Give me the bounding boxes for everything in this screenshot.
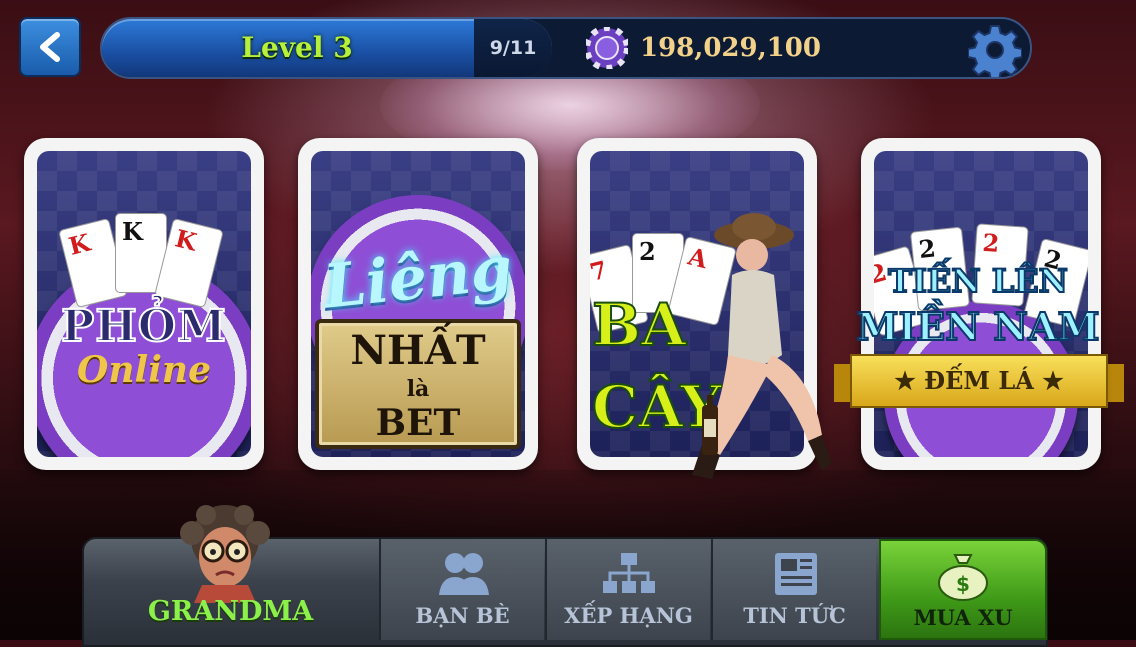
avatar[interactable] — [166, 505, 284, 603]
nav-label: MUA XU — [913, 605, 1013, 630]
card-felt: K K K PHỎM Online — [37, 151, 251, 457]
game-title: TIẾN LÊN — [887, 261, 1069, 301]
game-card-lieng[interactable]: Liêng NHẤT là BET — [298, 138, 538, 470]
nav-friends-button[interactable]: BẠN BÈ — [379, 539, 544, 640]
back-button[interactable] — [19, 17, 81, 77]
chevron-left-icon — [40, 32, 60, 62]
board-line: là — [406, 376, 430, 402]
nav-news-button[interactable]: TIN TỨC — [711, 539, 876, 640]
player-name: GRANDMA — [147, 596, 314, 627]
coin-balance: 198,029,100 — [640, 33, 821, 63]
money-bag-icon: $ — [938, 554, 988, 601]
friends-icon — [438, 553, 489, 595]
nav-ranking-button[interactable]: XẾP HẠNG — [545, 539, 710, 640]
board-line: NHẤT — [350, 327, 486, 374]
game-sign-board: NHẤT là BET — [315, 319, 521, 449]
news-icon — [774, 553, 817, 595]
xp-counter: 9/11 — [474, 19, 552, 77]
game-card-phom[interactable]: K K K PHỎM Online — [24, 138, 264, 470]
poker-chip-icon — [586, 27, 628, 69]
nav-buy-coins-button[interactable]: $ MUA XU — [879, 539, 1047, 640]
gangster-lady-illustration — [692, 213, 832, 479]
level-label: Level 3 — [241, 31, 353, 64]
game-subtitle: Online — [77, 349, 211, 391]
nav-label: XẾP HẠNG — [564, 603, 693, 628]
ranking-icon — [602, 553, 655, 593]
board-line: BET — [375, 402, 461, 444]
card-felt: Liêng NHẤT là BET — [311, 151, 525, 457]
svg-text:$: $ — [956, 572, 970, 596]
game-title: MIỀN NAM — [855, 303, 1100, 350]
game-ribbon: ★ ĐẾM LÁ ★ — [834, 354, 1124, 408]
settings-gear-icon[interactable] — [968, 23, 1022, 77]
nav-label: BẠN BÈ — [415, 603, 510, 628]
nav-label: TIN TỨC — [743, 603, 846, 628]
game-title: PHỎM — [60, 300, 227, 353]
